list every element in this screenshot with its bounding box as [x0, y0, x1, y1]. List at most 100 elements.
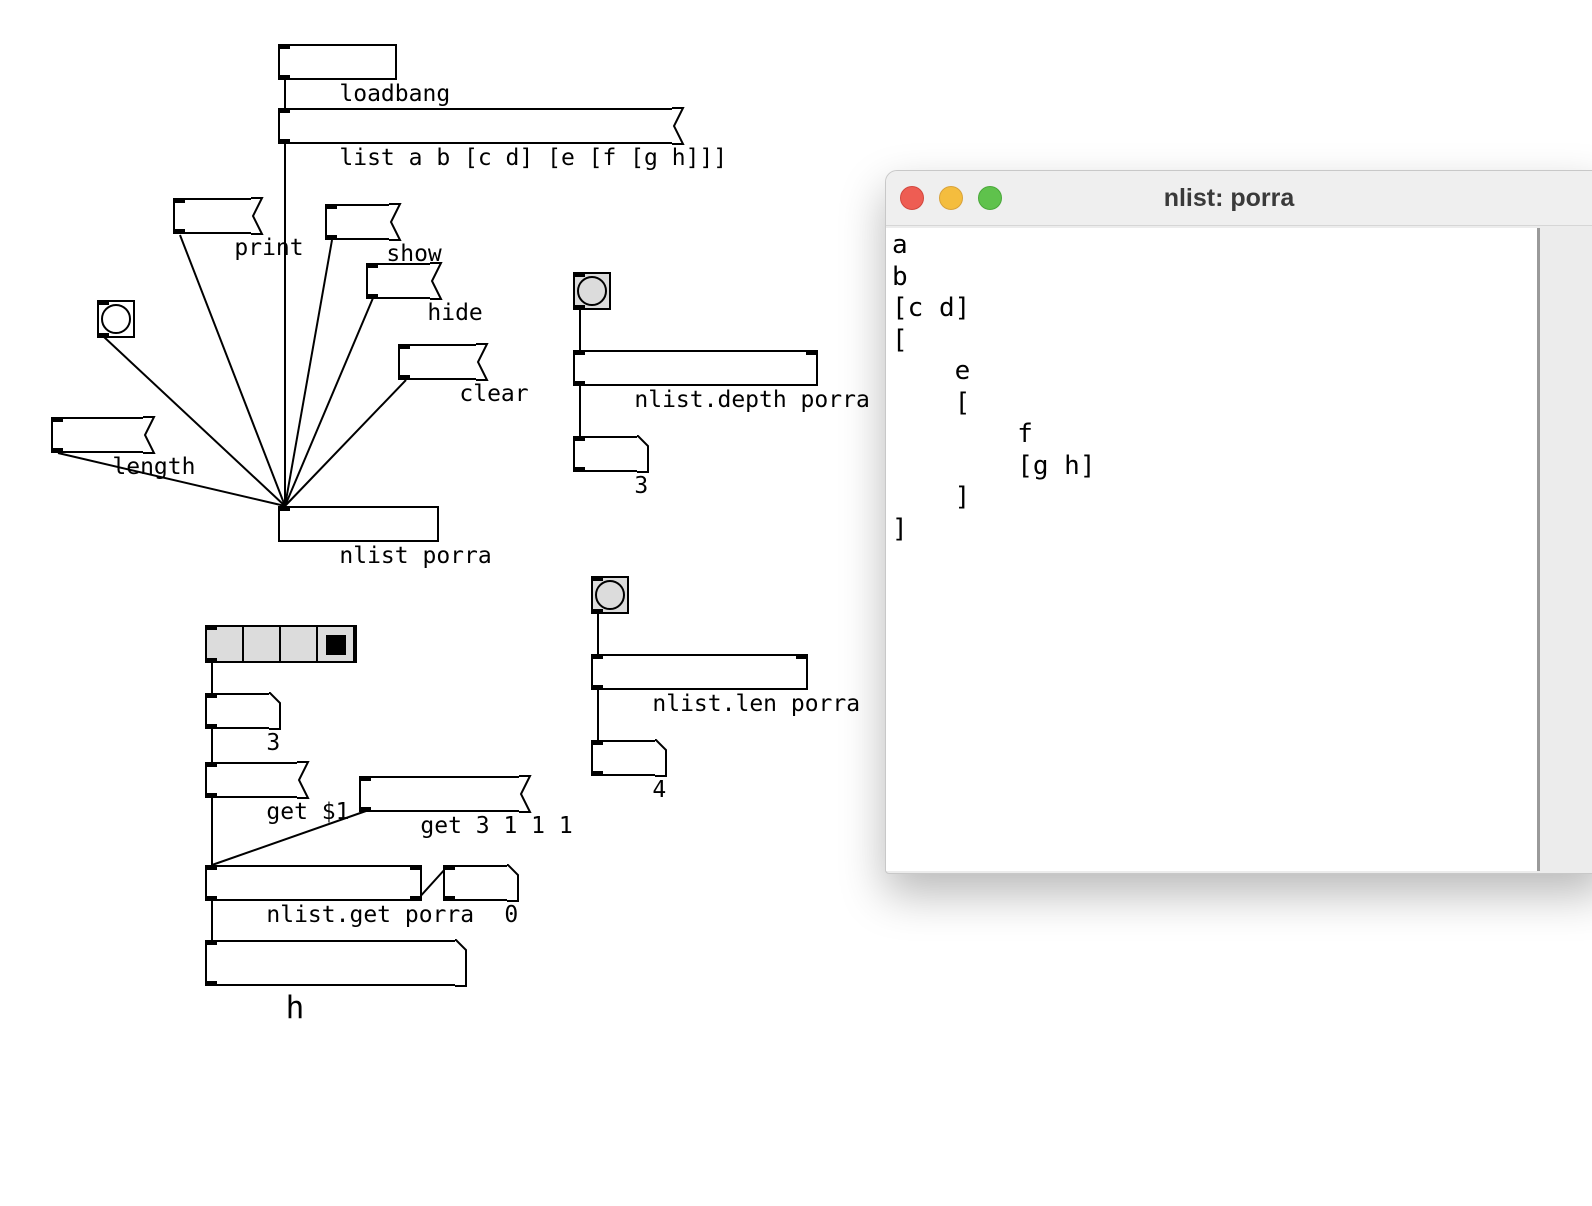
outlet — [97, 333, 109, 338]
message-flag — [476, 343, 489, 381]
text-line: f — [892, 419, 1033, 449]
message-list[interactable]: list a b [c d] [e [f [g h]]] — [278, 107, 727, 171]
outlet — [51, 448, 63, 453]
nlist-window: nlist: porra a b [c d] [ e [ f [g h] ] ] — [885, 170, 1592, 874]
inlet — [366, 263, 378, 268]
inlet — [173, 198, 185, 203]
outlet — [573, 305, 585, 310]
message-get-var[interactable]: get $1 — [205, 761, 349, 825]
inlet-right — [806, 350, 818, 355]
number-value: 4 — [652, 777, 667, 803]
outlet — [359, 807, 371, 812]
window-title: nlist: porra — [1163, 184, 1295, 212]
text-line: [c d] — [892, 293, 971, 323]
symbol-value: h — [285, 990, 305, 1026]
outlet — [205, 658, 217, 663]
message-text: hide — [427, 300, 483, 326]
inlet — [573, 272, 585, 277]
outlet — [591, 771, 603, 776]
number-value: 3 — [634, 473, 649, 499]
text-line: [g h] — [892, 450, 1096, 481]
message-text: list a b [c d] [e [f [g h]]] — [339, 145, 728, 171]
symbol-box-output[interactable]: h — [205, 939, 467, 1026]
radio-cell-0[interactable] — [207, 627, 244, 661]
text-line: e — [892, 356, 971, 386]
outlet — [205, 793, 217, 798]
inlet — [278, 108, 290, 113]
outlet — [591, 685, 603, 690]
object-nlist-depth[interactable]: nlist.depth porra — [573, 350, 870, 413]
message-flag — [389, 203, 402, 241]
message-flag — [430, 262, 443, 300]
text-line: [ — [892, 387, 971, 418]
bang-len-button[interactable] — [591, 576, 629, 614]
text-line: ] — [892, 482, 971, 512]
object-nlist-len[interactable]: nlist.len porra — [591, 654, 860, 717]
inlet — [205, 625, 217, 630]
number-box-len[interactable]: 4 — [591, 739, 667, 803]
inlet — [591, 740, 603, 745]
bang-depth-button[interactable] — [573, 272, 611, 310]
bang-circle-icon — [577, 276, 607, 306]
inlet — [205, 762, 217, 767]
message-get-path[interactable]: get 3 1 1 1 — [359, 775, 573, 839]
number-box-get-right[interactable]: 0 — [443, 864, 519, 928]
number-box-depth[interactable]: 3 — [573, 435, 649, 499]
outlet — [366, 294, 378, 299]
outlet — [443, 896, 455, 901]
atom-corner — [455, 939, 467, 987]
text-lines: a b [c d] [ e [ f [g h] ] ] — [892, 230, 1096, 545]
message-text: show — [386, 241, 442, 267]
outlet — [205, 724, 217, 729]
message-show[interactable]: show — [325, 203, 442, 267]
inlet — [325, 204, 337, 209]
inlet — [359, 776, 371, 781]
text-line: a — [892, 230, 908, 260]
message-flag — [143, 416, 156, 454]
text-line: b — [892, 261, 908, 292]
window-text-area[interactable]: a b [c d] [ e [ f [g h] ] ] — [886, 228, 1540, 871]
radio-cell-2[interactable] — [281, 627, 318, 661]
number-box-radio[interactable]: 3 — [205, 692, 281, 756]
atom-corner — [655, 739, 667, 777]
object-nlist[interactable]: nlist porra — [278, 506, 492, 569]
text-line: ] — [892, 513, 908, 544]
inlet — [205, 940, 217, 945]
number-value: 3 — [266, 730, 281, 756]
inlet — [205, 693, 217, 698]
message-clear[interactable]: clear — [398, 343, 529, 407]
horizontal-radio[interactable] — [205, 625, 357, 663]
object-text: nlist.depth porra — [634, 387, 870, 413]
message-print[interactable]: print — [173, 197, 304, 261]
inlet — [97, 300, 109, 305]
window-titlebar[interactable]: nlist: porra — [886, 171, 1592, 226]
inlet — [278, 506, 290, 511]
inlet — [205, 865, 217, 870]
message-hide[interactable]: hide — [366, 262, 483, 326]
inlet-right — [410, 865, 422, 870]
radio-cell-3-selected[interactable] — [318, 627, 355, 661]
inlet-right — [796, 654, 808, 659]
radio-cell-1[interactable] — [244, 627, 281, 661]
message-text: clear — [459, 381, 529, 407]
message-text: get $1 — [266, 799, 350, 825]
message-length[interactable]: length — [51, 416, 195, 480]
outlet — [573, 467, 585, 472]
object-text: nlist.len porra — [652, 691, 861, 717]
inlet — [591, 576, 603, 581]
outlet — [591, 609, 603, 614]
inlet — [591, 654, 603, 659]
message-text: print — [234, 235, 304, 261]
atom-corner — [637, 435, 649, 473]
inlet — [443, 865, 455, 870]
object-nlist-get[interactable]: nlist.get porra — [205, 865, 474, 928]
inlet — [573, 436, 585, 441]
text-line: [ — [892, 324, 908, 355]
object-text: loadbang — [339, 81, 451, 107]
object-loadbang[interactable]: loadbang — [278, 44, 450, 107]
object-text: nlist.get porra — [266, 902, 475, 928]
outlet — [173, 229, 185, 234]
inlet — [278, 44, 290, 49]
bang-button[interactable] — [97, 300, 135, 338]
outlet — [573, 381, 585, 386]
